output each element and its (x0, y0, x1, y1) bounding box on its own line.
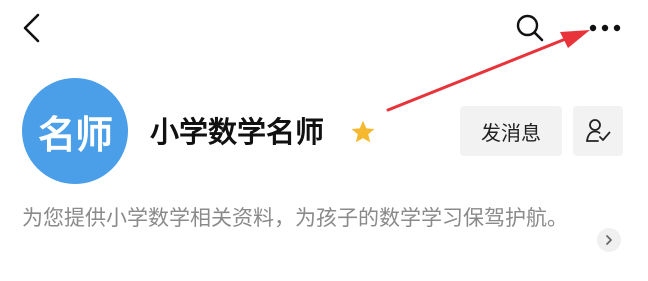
account-description: 为您提供小学数学相关资料，为孩子的数学学习保驾护航。 (22, 206, 568, 230)
user-check-icon (586, 119, 611, 142)
chevron-left-icon (23, 13, 40, 43)
avatar[interactable]: 名师 (22, 78, 128, 184)
send-message-button[interactable]: 发消息 (460, 106, 562, 156)
more-button[interactable] (585, 12, 625, 44)
official-account-profile-page: 名师 小学数学名师 发消息 为您提供小学数学相关资料，为孩子的数学学习保驾护航。 (0, 0, 648, 281)
chevron-right-icon (606, 235, 612, 245)
avatar-text: 名师 (37, 112, 113, 157)
star-icon (351, 120, 375, 143)
expand-description-button[interactable] (597, 228, 621, 252)
followed-button[interactable] (573, 106, 623, 156)
account-name: 小学数学名师 (150, 115, 325, 149)
search-button[interactable] (512, 10, 548, 46)
search-icon (516, 14, 544, 42)
more-horizontal-icon (589, 24, 621, 32)
back-button[interactable] (14, 10, 50, 46)
send-message-label: 发消息 (481, 120, 541, 145)
